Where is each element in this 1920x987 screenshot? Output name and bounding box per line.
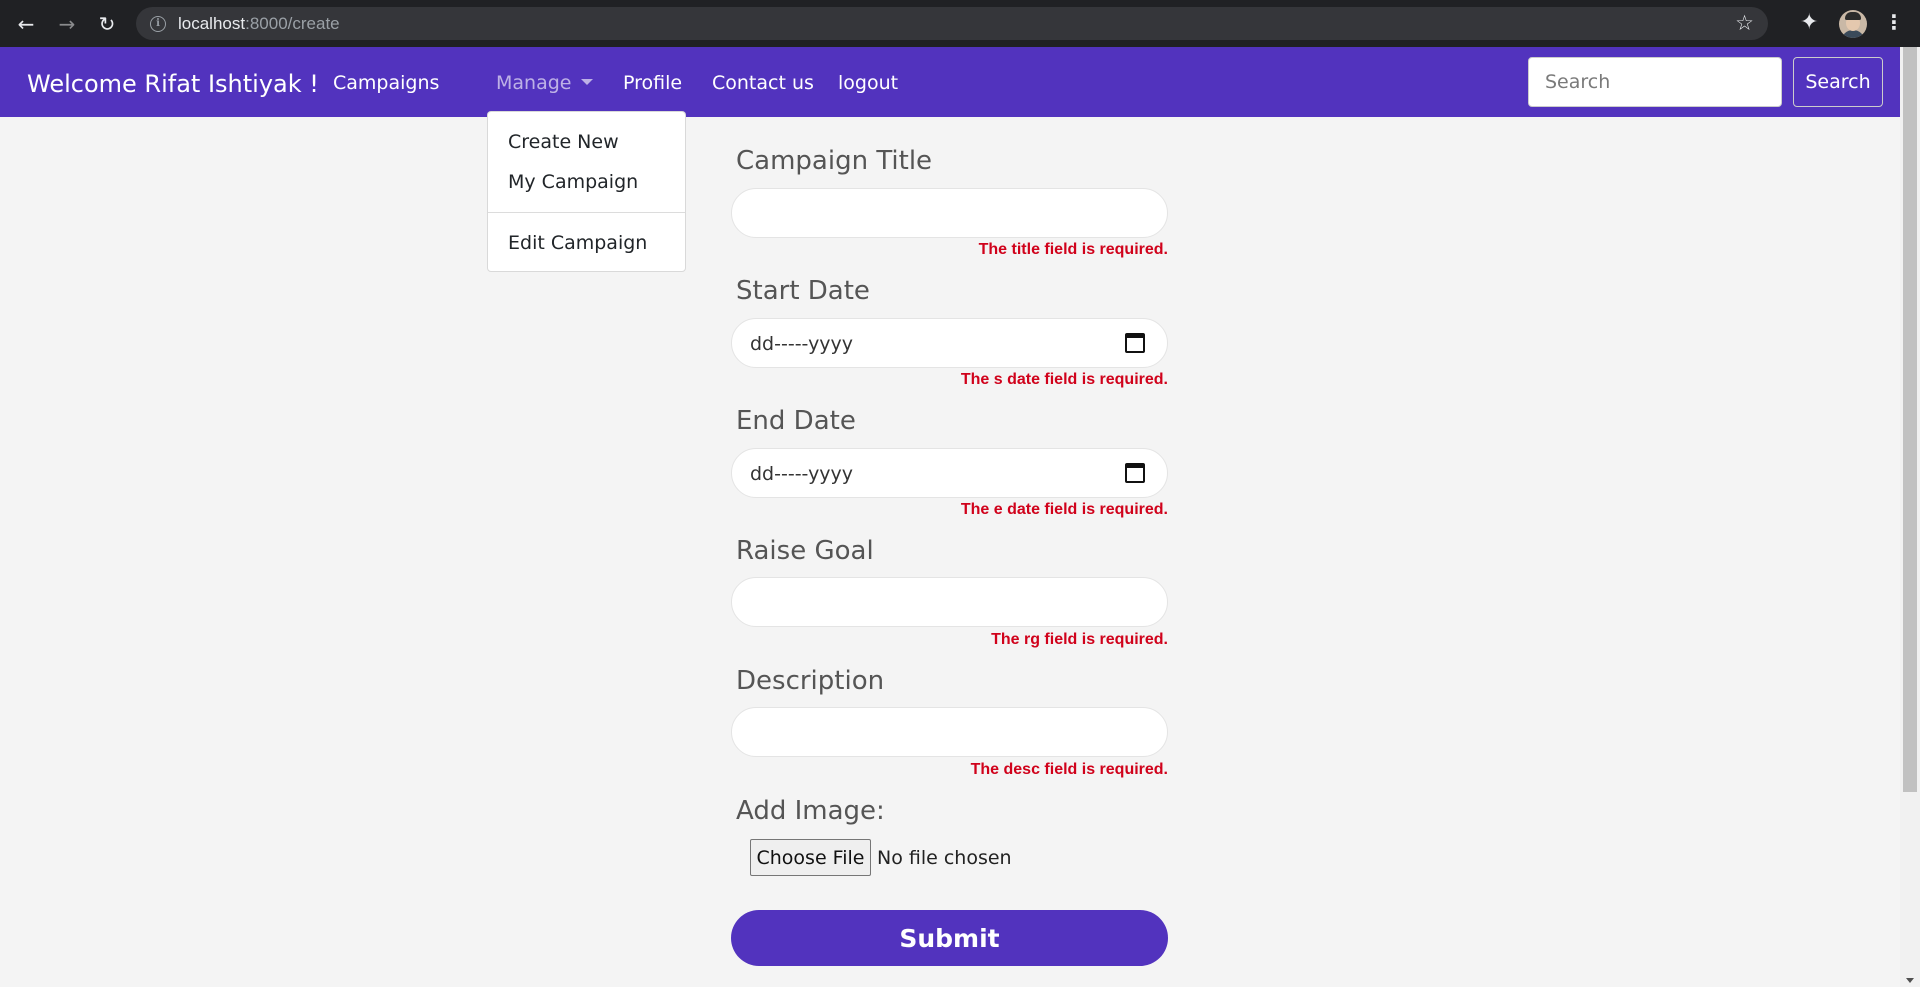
browser-toolbar: ← → ↻ i localhost:8000/create ☆ ✦ ⋮: [0, 0, 1920, 47]
start-date-error: The s date field is required.: [960, 371, 1168, 388]
more-icon[interactable]: ⋮: [1884, 10, 1904, 34]
calendar-icon[interactable]: [1125, 463, 1145, 483]
add-image-label: Add Image:: [736, 796, 885, 826]
end-date-placeholder: dd-----yyyy: [750, 463, 854, 485]
extensions-icon[interactable]: ✦: [1800, 10, 1818, 35]
description-input[interactable]: [731, 707, 1168, 757]
reload-icon[interactable]: ↻: [93, 10, 121, 38]
url-host: localhost: [178, 14, 246, 33]
end-date-error: The e date field is required.: [960, 501, 1168, 518]
start-date-input[interactable]: dd-----yyyy: [731, 318, 1168, 368]
info-icon[interactable]: i: [150, 16, 166, 32]
nav-manage-dropdown[interactable]: Manage: [496, 72, 594, 94]
avatar-hair: [1845, 12, 1861, 20]
menu-divider: [488, 212, 685, 213]
description-error: The desc field is required.: [970, 761, 1168, 778]
back-icon[interactable]: ←: [12, 10, 40, 38]
submit-button[interactable]: Submit: [731, 910, 1168, 966]
nav-campaigns[interactable]: Campaigns: [333, 72, 439, 94]
url-text[interactable]: localhost:8000/create: [178, 14, 340, 34]
start-date-label: Start Date: [736, 276, 870, 306]
brand-welcome[interactable]: Welcome Rifat Ishtiyak !: [27, 70, 319, 98]
search-input[interactable]: [1528, 57, 1782, 107]
nav-logout[interactable]: logout: [838, 72, 898, 94]
end-date-input[interactable]: dd-----yyyy: [731, 448, 1168, 498]
raise-goal-input[interactable]: [731, 577, 1168, 627]
calendar-icon[interactable]: [1125, 333, 1145, 353]
file-status-text: No file chosen: [877, 847, 1012, 869]
nav-contact[interactable]: Contact us: [712, 72, 814, 94]
start-date-placeholder: dd-----yyyy: [750, 333, 854, 355]
search-button[interactable]: Search: [1793, 57, 1883, 107]
description-label: Description: [736, 666, 885, 696]
raise-goal-label: Raise Goal: [736, 536, 874, 566]
title-error: The title field is required.: [978, 241, 1168, 258]
forward-icon[interactable]: →: [53, 10, 81, 38]
url-path: :8000/create: [245, 14, 340, 33]
scroll-down-icon[interactable]: [1906, 978, 1914, 983]
app-navbar: Welcome Rifat Ishtiyak ! Campaigns Manag…: [0, 47, 1900, 117]
caret-down-icon: [581, 79, 594, 85]
raise-goal-error: The rg field is required.: [991, 631, 1168, 648]
page-scrollbar[interactable]: [1900, 47, 1920, 987]
address-bar[interactable]: i localhost:8000/create ☆: [136, 7, 1768, 40]
menu-item-my-campaign[interactable]: My Campaign: [508, 171, 638, 193]
avatar-shirt: [1841, 30, 1865, 38]
nav-profile[interactable]: Profile: [623, 72, 682, 94]
campaign-title-label: Campaign Title: [736, 146, 933, 176]
campaign-title-input[interactable]: [731, 188, 1168, 238]
manage-dropdown-menu: Create New My Campaign Edit Campaign: [487, 111, 686, 272]
scroll-thumb[interactable]: [1903, 47, 1917, 792]
nav-manage-label: Manage: [496, 72, 572, 94]
choose-file-button[interactable]: Choose File: [750, 839, 871, 876]
menu-item-create-new[interactable]: Create New: [508, 131, 619, 153]
profile-avatar[interactable]: [1839, 10, 1867, 38]
end-date-label: End Date: [736, 406, 856, 436]
star-icon[interactable]: ☆: [1735, 11, 1754, 35]
menu-item-edit-campaign[interactable]: Edit Campaign: [508, 232, 647, 254]
